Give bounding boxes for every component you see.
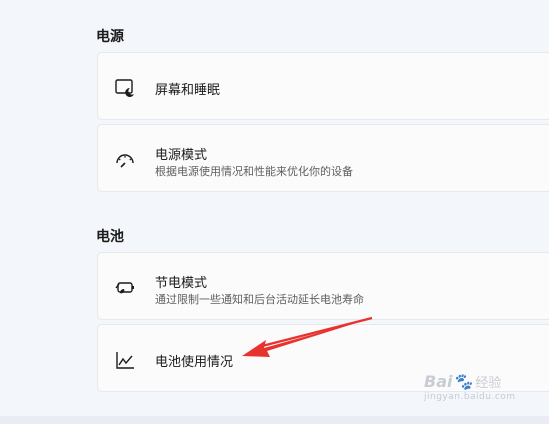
setting-battery-saver[interactable]: 节电模式 通过限制一些通知和后台活动延长电池寿命: [97, 252, 549, 320]
watermark: Bai🐾 经验 jingyan.baidu.com: [424, 372, 516, 402]
section-title-power: 电源: [96, 29, 124, 45]
setting-title: 电池使用情况: [155, 355, 234, 370]
setting-power-mode[interactable]: 电源模式 根据电源使用情况和性能来优化你的设备: [97, 124, 549, 192]
screen-sleep-icon: [114, 77, 136, 99]
setting-title: 节电模式: [155, 276, 208, 291]
bottom-divider: [0, 416, 549, 424]
paw-logo-icon: 🐾: [452, 372, 473, 391]
setting-title: 屏幕和睡眠: [155, 83, 221, 98]
battery-usage-chart-icon: [114, 349, 136, 371]
setting-description: 根据电源使用情况和性能来优化你的设备: [155, 165, 353, 178]
watermark-url: jingyan.baidu.com: [424, 392, 516, 402]
watermark-brand: Bai: [424, 372, 453, 391]
setting-screen-and-sleep[interactable]: 屏幕和睡眠: [97, 52, 549, 120]
setting-title: 电源模式: [155, 148, 208, 163]
watermark-suffix: 经验: [475, 376, 502, 391]
power-mode-gauge-icon: [114, 149, 136, 171]
setting-description: 通过限制一些通知和后台活动延长电池寿命: [155, 293, 364, 306]
section-title-battery: 电池: [96, 229, 124, 245]
battery-saver-icon: [114, 277, 136, 299]
